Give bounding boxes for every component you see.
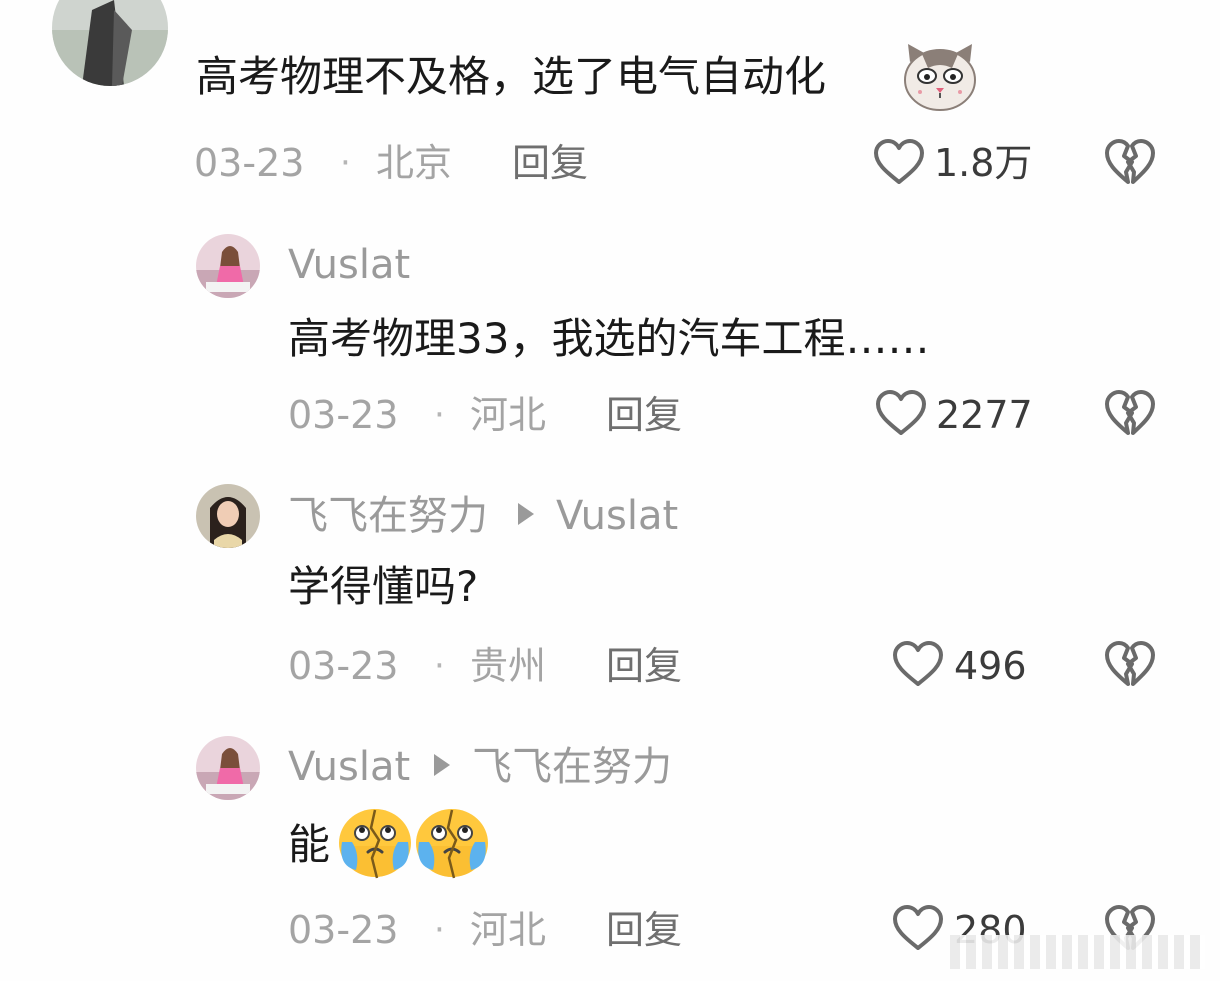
comment-text: 学得懂吗? [288,562,479,611]
avatar[interactable] [52,0,168,86]
comment-thread: 高考物理不及格，选了电气自动化 03-23 · 北京 回复 1.8万 Vusla… [0,0,1220,981]
avatar[interactable] [196,736,260,800]
comment-date: 03-23 [194,141,305,185]
reply-button[interactable]: 回复 [606,647,682,685]
like-heart-icon[interactable] [892,640,944,688]
dislike-broken-heart-icon[interactable] [1104,138,1156,186]
comment-text: 高考物理不及格，选了电气自动化 [196,52,827,101]
comment-text: 能 [288,820,331,869]
crying-face-emoji [413,806,491,880]
comment-location: 北京 [376,141,453,185]
meta-separator: · [434,395,445,435]
like-heart-icon[interactable] [875,389,927,437]
username[interactable]: 飞飞在努力 [288,496,488,536]
watermark-overlay [950,935,1205,969]
username[interactable]: Vuslat [288,245,410,285]
comment-location: 河北 [470,908,547,952]
like-heart-icon[interactable] [892,904,944,952]
cat-face-emoji [902,42,978,112]
reply-arrow-icon [434,754,450,776]
meta-separator: · [340,143,351,183]
reply-button[interactable]: 回复 [606,396,682,434]
reply-button[interactable]: 回复 [512,144,588,182]
comment-text: 高考物理33，我选的汽车工程…… [288,314,930,363]
reply-to-username[interactable]: 飞飞在努力 [472,747,672,787]
like-count: 496 [954,644,1027,688]
comment-date: 03-23 [288,908,399,952]
dislike-broken-heart-icon[interactable] [1104,389,1156,437]
reply-button[interactable]: 回复 [606,911,682,949]
username[interactable]: Vuslat [288,747,410,787]
comment-location: 贵州 [470,644,547,688]
crying-face-emoji [336,806,414,880]
avatar[interactable] [196,484,260,548]
like-count: 2277 [936,393,1033,437]
comment-location: 河北 [470,393,547,437]
reply-to-username[interactable]: Vuslat [556,496,678,536]
like-count: 1.8万 [934,141,1033,185]
comment-date: 03-23 [288,644,399,688]
dislike-broken-heart-icon[interactable] [1104,640,1156,688]
avatar[interactable] [196,234,260,298]
like-heart-icon[interactable] [873,138,925,186]
reply-arrow-icon [518,503,534,525]
meta-separator: · [434,910,445,950]
comment-date: 03-23 [288,393,399,437]
meta-separator: · [434,646,445,686]
